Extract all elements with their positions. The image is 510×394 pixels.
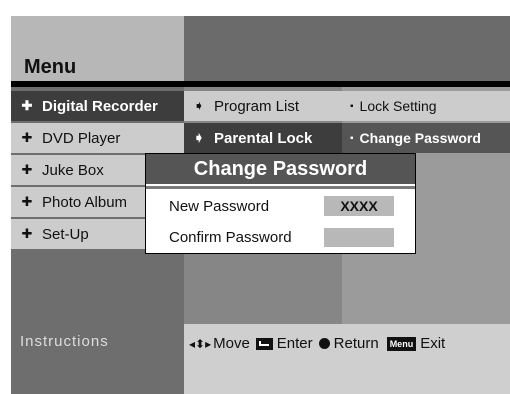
- bullet-icon: ▪: [350, 100, 354, 112]
- dialog-title: Change Password: [146, 154, 415, 184]
- menu-item-label: Juke Box: [42, 161, 104, 179]
- menu-item-dvd-player[interactable]: ✚ DVD Player: [11, 123, 184, 153]
- return-icon: [318, 338, 330, 349]
- arrow-icon: ➧: [193, 130, 205, 145]
- submenu-item-program-list[interactable]: ➧ Program List: [184, 91, 342, 121]
- arrow-icon: ➧: [193, 98, 205, 113]
- new-password-field[interactable]: XXXX: [324, 196, 394, 216]
- menu-item-label: Photo Album: [42, 193, 128, 211]
- dialog-divider: [146, 186, 415, 189]
- submenu-item-label: Program List: [214, 97, 300, 115]
- bullet-icon: ▪: [350, 132, 354, 144]
- confirm-password-field[interactable]: [324, 228, 394, 247]
- option-change-password[interactable]: ▪ Change Password: [342, 123, 510, 153]
- move-arrows-icon: ◂⬍▸: [189, 336, 212, 351]
- title-bar-fill: [184, 16, 510, 81]
- option-label: Lock Setting: [359, 98, 437, 114]
- cross-icon: ✚: [21, 98, 33, 113]
- cross-icon: ✚: [21, 194, 33, 209]
- submenu-item-label: Parental Lock: [214, 129, 313, 147]
- menu-item-label: Digital Recorder: [42, 97, 158, 115]
- exit-label: Exit: [420, 335, 446, 352]
- move-label: Move: [213, 335, 250, 352]
- menu-item-digital-recorder[interactable]: ✚ Digital Recorder: [11, 91, 184, 121]
- option-label: Change Password: [359, 130, 481, 146]
- option-lock-setting[interactable]: ▪ Lock Setting: [342, 91, 510, 121]
- cross-icon: ✚: [21, 226, 33, 241]
- menu-key-icon: Menu: [386, 336, 417, 351]
- menu-item-label: Set-Up: [42, 225, 89, 243]
- return-label: Return: [333, 335, 379, 352]
- confirm-password-label: Confirm Password: [169, 229, 292, 246]
- new-password-label: New Password: [169, 198, 270, 215]
- instructions-text: ◂⬍▸ Move Enter Return Menu Exit: [189, 335, 445, 352]
- cross-icon: ✚: [21, 162, 33, 177]
- instructions-title: Instructions: [20, 333, 109, 350]
- enter-icon: [255, 337, 273, 350]
- page-title: Menu: [24, 56, 77, 78]
- cross-icon: ✚: [21, 130, 33, 145]
- enter-label: Enter: [276, 335, 313, 352]
- submenu-item-parental-lock[interactable]: ➧ Parental Lock: [184, 123, 342, 153]
- menu-item-label: DVD Player: [42, 129, 121, 147]
